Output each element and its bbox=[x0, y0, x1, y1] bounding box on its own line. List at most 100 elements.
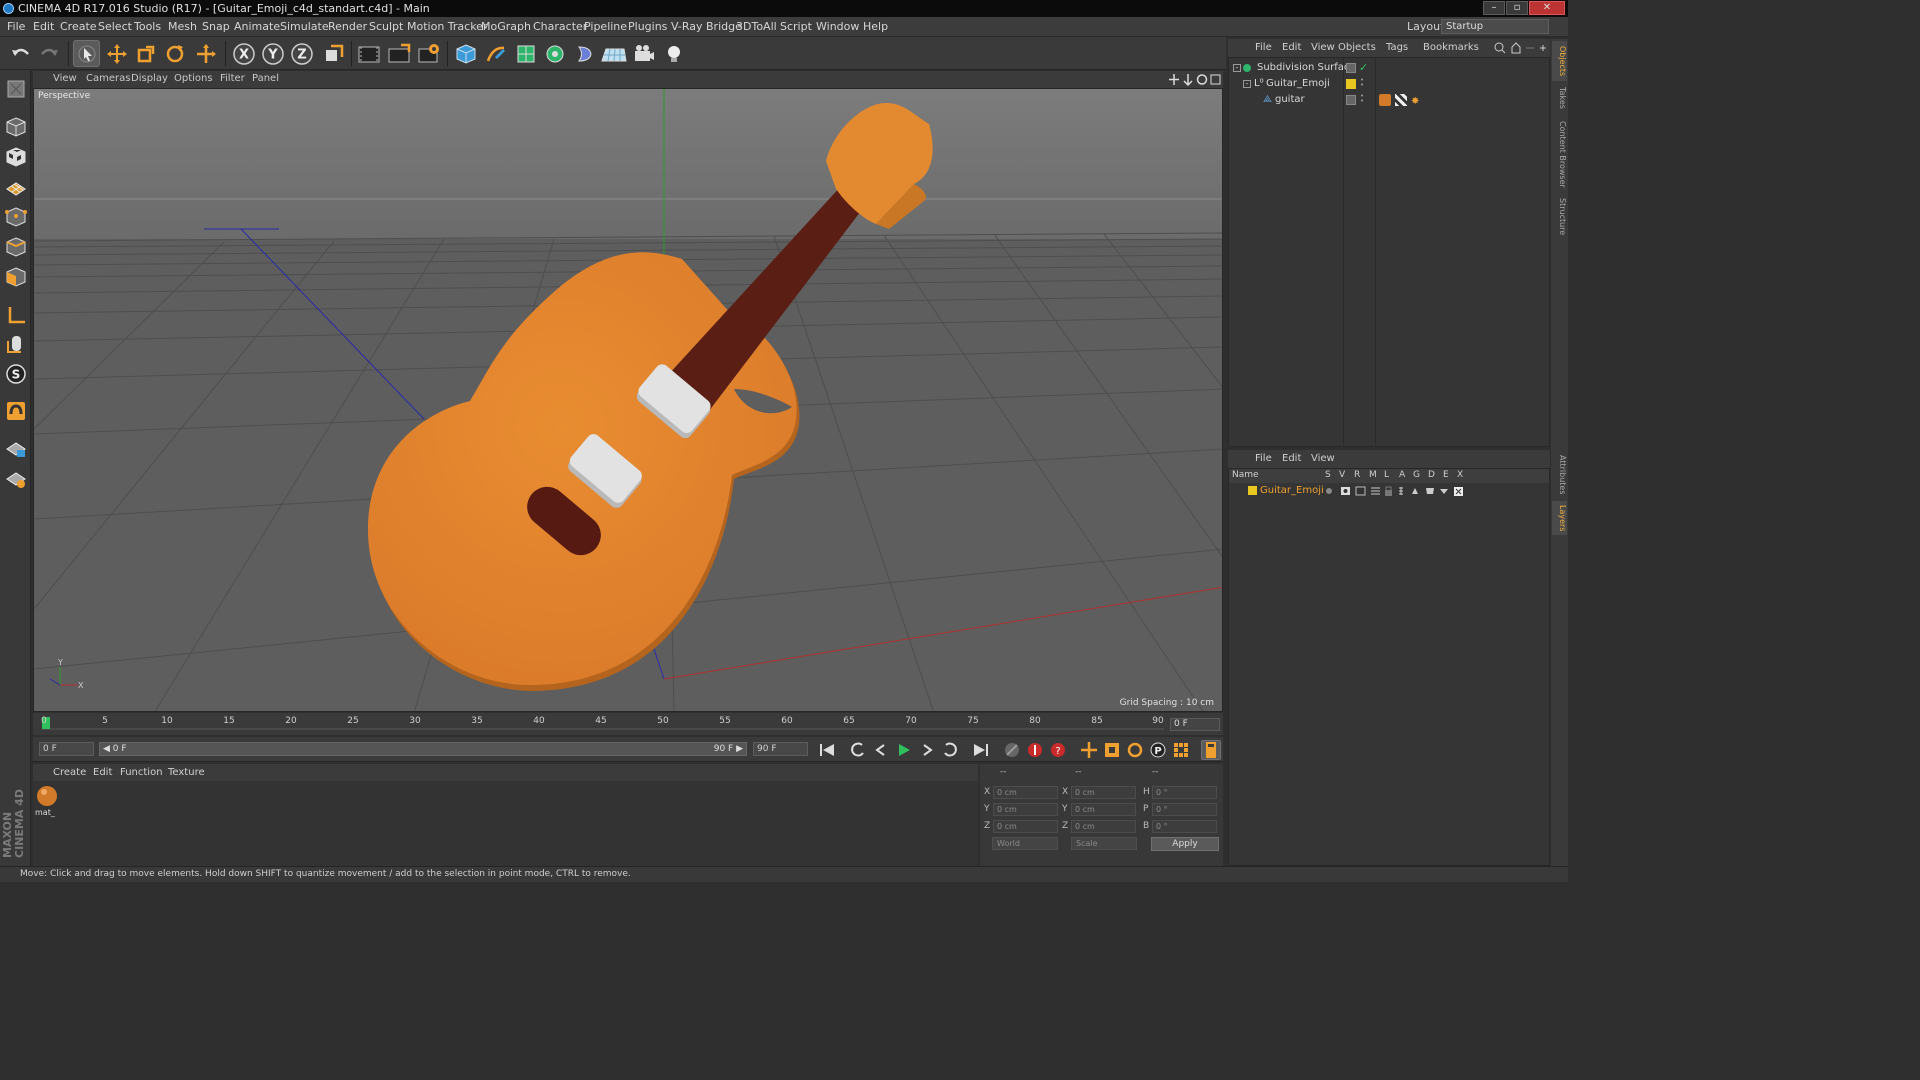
material-menu-function[interactable]: Function bbox=[120, 767, 163, 778]
objects-menu-bookmarks[interactable]: Bookmarks bbox=[1423, 42, 1479, 53]
record-active-icon[interactable] bbox=[1025, 740, 1045, 760]
array-icon[interactable] bbox=[541, 40, 568, 67]
material-menu-edit[interactable]: Edit bbox=[93, 767, 112, 778]
position-y-field[interactable]: 0 cm bbox=[993, 803, 1058, 816]
x-axis-icon[interactable]: X bbox=[230, 40, 257, 67]
position-x-field[interactable]: 0 cm bbox=[993, 786, 1058, 799]
next-frame-icon[interactable] bbox=[917, 740, 937, 760]
rotation-b-field[interactable]: 0 ° bbox=[1152, 820, 1217, 833]
key-scale-icon[interactable] bbox=[1102, 740, 1122, 760]
tweak-mode-icon[interactable] bbox=[3, 331, 29, 357]
autokey-icon[interactable]: ? bbox=[1048, 740, 1068, 760]
light-icon[interactable] bbox=[660, 40, 687, 67]
position-z-field[interactable]: 0 cm bbox=[993, 820, 1058, 833]
viewport-menu-view[interactable]: View bbox=[53, 73, 77, 84]
objects-menu-edit[interactable]: Edit bbox=[1282, 42, 1301, 53]
previous-key-icon[interactable] bbox=[848, 740, 868, 760]
texture-mode-icon[interactable] bbox=[3, 144, 29, 170]
workplane-icon[interactable] bbox=[3, 174, 29, 200]
go-to-start-icon[interactable] bbox=[817, 740, 837, 760]
phong-tag-icon[interactable]: ✸ bbox=[1411, 94, 1419, 110]
current-frame-field[interactable]: 0 F bbox=[1170, 718, 1220, 731]
size-y-field[interactable]: 0 cm bbox=[1071, 803, 1136, 816]
end-frame-field[interactable]: 90 F bbox=[753, 742, 808, 756]
material-menu-create[interactable]: Create bbox=[53, 767, 86, 778]
move-icon[interactable] bbox=[103, 40, 130, 67]
viewport-menu-cameras[interactable]: Cameras bbox=[86, 73, 130, 84]
object-manager-nav-icons[interactable] bbox=[1494, 41, 1548, 55]
material-menu-texture[interactable]: Texture bbox=[168, 767, 205, 778]
menu-script[interactable]: Script bbox=[780, 20, 812, 33]
snap-magnet-icon[interactable] bbox=[3, 398, 29, 424]
go-to-end-icon[interactable] bbox=[971, 740, 991, 760]
tab-attributes[interactable]: Attributes bbox=[1552, 451, 1567, 499]
layer-toggle-icons[interactable] bbox=[1325, 485, 1465, 497]
material-item[interactable]: mat_ bbox=[35, 785, 59, 817]
menu-plugins[interactable]: Plugins bbox=[628, 20, 667, 33]
size-z-field[interactable]: 0 cm bbox=[1071, 820, 1136, 833]
cube-icon[interactable] bbox=[452, 40, 479, 67]
viewport-menu-filter[interactable]: Filter bbox=[220, 73, 245, 84]
size-mode-select[interactable]: Scale bbox=[1071, 837, 1137, 850]
menu-help[interactable]: Help bbox=[863, 20, 888, 33]
3d-viewport[interactable]: Y X Perspective Grid Spacing : 10 cm bbox=[33, 88, 1223, 712]
menu-file[interactable]: File bbox=[7, 20, 25, 33]
visibility-dots-icon[interactable]: • • bbox=[1360, 93, 1364, 105]
objects-menu-file[interactable]: File bbox=[1255, 42, 1272, 53]
camera-label[interactable]: Perspective bbox=[38, 91, 90, 101]
visibility-dots-icon[interactable]: • • bbox=[1360, 77, 1364, 89]
record-off-icon[interactable] bbox=[1002, 740, 1022, 760]
tab-layers[interactable]: Layers bbox=[1552, 501, 1567, 535]
menu-tools[interactable]: Tools bbox=[134, 20, 161, 33]
render-picture-viewer-icon[interactable] bbox=[385, 40, 412, 67]
frame-range-slider[interactable]: ◀ 0 F 90 F ▶ bbox=[99, 742, 747, 756]
object-row-guitar-emoji[interactable]: - L⁰ Guitar_Emoji • • bbox=[1229, 76, 1549, 92]
planar-workplane-icon[interactable] bbox=[3, 466, 29, 492]
undo-icon[interactable] bbox=[7, 40, 34, 67]
rotation-h-field[interactable]: 0 ° bbox=[1152, 786, 1217, 799]
tab-objects[interactable]: Objects bbox=[1552, 41, 1567, 81]
layers-menu-file[interactable]: File bbox=[1255, 453, 1272, 464]
menu-mograph[interactable]: MoGraph bbox=[481, 20, 531, 33]
layer-color-swatch[interactable] bbox=[1248, 486, 1257, 495]
menu-sculpt[interactable]: Sculpt bbox=[369, 20, 403, 33]
play-icon[interactable] bbox=[894, 740, 914, 760]
viewport-navigation-icons[interactable] bbox=[1167, 72, 1223, 87]
enabled-check-icon[interactable]: ✓ bbox=[1359, 60, 1368, 76]
key-rotation-icon[interactable] bbox=[1125, 740, 1145, 760]
render-settings-icon[interactable] bbox=[415, 40, 442, 67]
maximize-button[interactable]: ▫ bbox=[1506, 1, 1528, 15]
redo-icon[interactable] bbox=[35, 40, 62, 67]
pen-spline-icon[interactable] bbox=[482, 40, 509, 67]
rotate-icon[interactable] bbox=[161, 40, 188, 67]
previous-frame-icon[interactable] bbox=[871, 740, 891, 760]
menu-motion-tracker[interactable]: Motion Tracker bbox=[407, 20, 487, 33]
menu-mesh[interactable]: Mesh bbox=[168, 20, 197, 33]
make-editable-icon[interactable] bbox=[3, 76, 29, 102]
menu-create[interactable]: Create bbox=[60, 20, 97, 33]
object-row-guitar[interactable]: ⟁ guitar • • ✸ bbox=[1229, 92, 1549, 108]
coordinate-mode-select[interactable]: World bbox=[992, 837, 1058, 850]
layer-row[interactable]: Guitar_Emoji bbox=[1229, 484, 1549, 498]
close-button[interactable]: ✕ bbox=[1529, 1, 1565, 15]
solo-mode-icon[interactable]: S bbox=[3, 361, 29, 387]
floor-icon[interactable] bbox=[600, 40, 627, 67]
axis-mode-icon[interactable] bbox=[3, 302, 29, 328]
coordinate-system-icon[interactable] bbox=[320, 40, 347, 67]
viewport-menu-display[interactable]: Display bbox=[131, 73, 168, 84]
deformer-icon[interactable] bbox=[571, 40, 598, 67]
layers-menu-edit[interactable]: Edit bbox=[1282, 453, 1301, 464]
menu-snap[interactable]: Snap bbox=[202, 20, 230, 33]
tab-content-browser[interactable]: Content Browser bbox=[1552, 117, 1567, 191]
transform-icon[interactable] bbox=[192, 40, 219, 67]
layout-select[interactable]: Startup bbox=[1441, 19, 1549, 34]
model-mode-icon[interactable] bbox=[3, 114, 29, 140]
y-axis-icon[interactable]: Y bbox=[259, 40, 286, 67]
layer-tag-icon[interactable] bbox=[1346, 95, 1356, 105]
subdivision-icon[interactable] bbox=[512, 40, 539, 67]
texture-tag-icon[interactable] bbox=[1395, 94, 1407, 106]
locked-workplane-icon[interactable] bbox=[3, 436, 29, 462]
camera-icon[interactable] bbox=[630, 40, 657, 67]
polygons-mode-icon[interactable] bbox=[3, 264, 29, 290]
layers-menu-view[interactable]: View bbox=[1311, 453, 1335, 464]
